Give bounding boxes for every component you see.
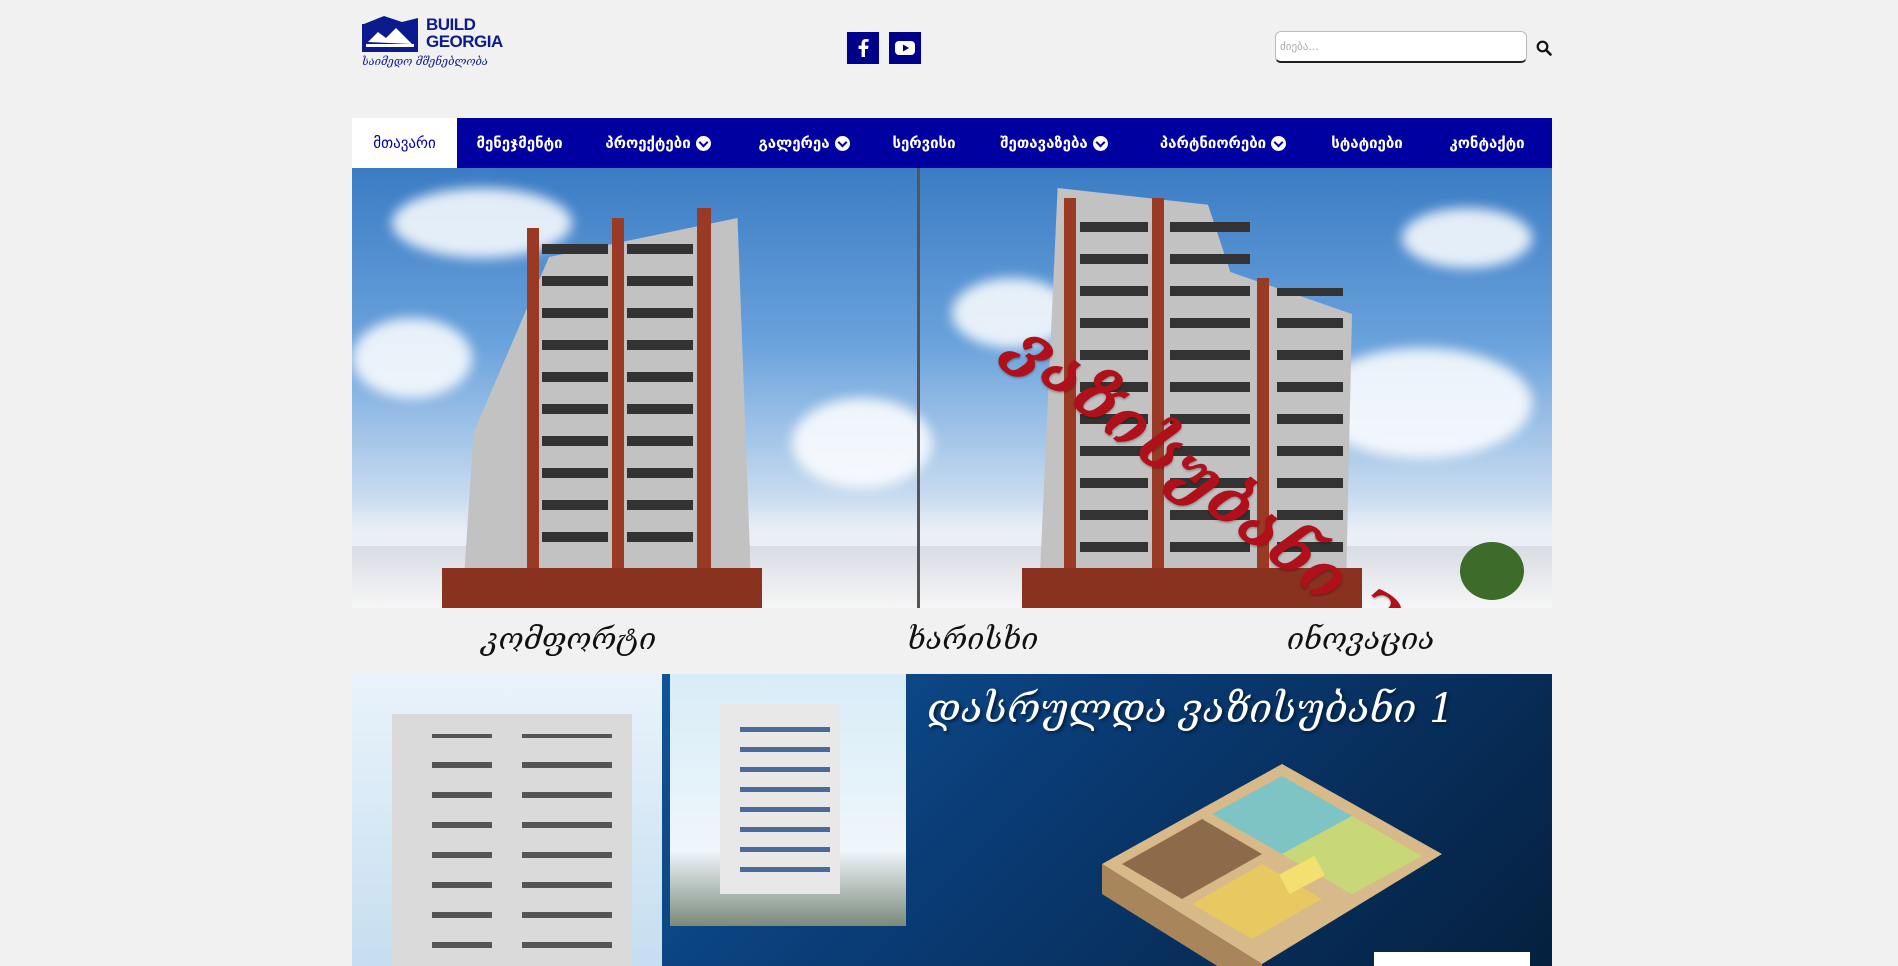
- apartment-plan-image: [1102, 764, 1442, 966]
- youtube-icon: [895, 41, 915, 55]
- chevron-down-icon: [1271, 135, 1287, 151]
- promo-building-photo: [670, 674, 906, 926]
- nav-item-articles[interactable]: სტატიები: [1312, 118, 1422, 168]
- promo-title: დასრულდა ვაზისუბანი 1: [927, 686, 1455, 732]
- cloud-shape: [1402, 208, 1532, 268]
- promo-banner[interactable]: დასრულდა ვაზისუბანი 1: [352, 674, 1552, 966]
- nav-item-label: მთავარი: [373, 134, 436, 152]
- nav-item-gallery[interactable]: გალერეა: [734, 118, 874, 168]
- nav-item-label: მენეჯმენტი: [476, 134, 563, 152]
- building-facade: [1152, 198, 1164, 578]
- hero-banner[interactable]: ვაზისუბანი 2: [352, 168, 1552, 608]
- building-windows: [740, 714, 830, 884]
- chevron-down-icon: [834, 135, 850, 151]
- promo-badge: [1374, 952, 1530, 966]
- logo-text: BUILD GEORGIA: [426, 15, 503, 51]
- feature-innovation: ინოვაცია: [1287, 622, 1435, 657]
- cloud-shape: [352, 318, 472, 398]
- nav-item-label: კონტაქტი: [1449, 134, 1525, 152]
- nav-item-label: სერვისი: [892, 134, 956, 152]
- hero-divider: [917, 168, 920, 608]
- chevron-down-icon: [1092, 135, 1108, 151]
- nav-item-contact[interactable]: კონტაქტი: [1422, 118, 1552, 168]
- nav-item-projects[interactable]: პროექტები: [582, 118, 734, 168]
- nav-item-label: პროექტები: [605, 134, 691, 152]
- building-facade: [527, 228, 539, 578]
- nav-item-label: გალერეა: [758, 134, 830, 152]
- nav-item-home[interactable]: მთავარი: [352, 118, 457, 168]
- logo-subtitle: საიმედო მშენებლობა: [362, 55, 488, 68]
- facebook-button[interactable]: [847, 32, 879, 64]
- main-nav: მთავარი მენეჯმენტი პროექტები გალერეა სერ…: [352, 118, 1552, 168]
- nav-item-offer[interactable]: შეთავაზება: [974, 118, 1134, 168]
- site-logo[interactable]: BUILD GEORGIA საიმედო მშენებლობა: [362, 16, 503, 72]
- nav-item-label: პარტნიორები: [1159, 134, 1267, 152]
- tree-shape: [1460, 542, 1524, 600]
- search-input[interactable]: [1275, 31, 1527, 63]
- building-windows: [522, 734, 612, 966]
- nav-item-label: შეთავაზება: [1000, 134, 1088, 152]
- building-base: [442, 568, 762, 608]
- nav-item-partners[interactable]: პარტნიორები: [1134, 118, 1312, 168]
- facebook-icon: [858, 39, 869, 57]
- building-facade: [697, 208, 711, 578]
- page: BUILD GEORGIA საიმედო მშენებლობა მთავარი…: [0, 0, 1898, 966]
- search-icon[interactable]: [1536, 40, 1552, 56]
- features-row: კომფორტი ხარისხი ინოვაცია: [352, 612, 1552, 672]
- building-windows: [627, 228, 693, 558]
- building-windows: [542, 238, 608, 558]
- nav-item-label: სტატიები: [1331, 134, 1403, 152]
- nav-item-service[interactable]: სერვისი: [874, 118, 974, 168]
- nav-item-management[interactable]: მენეჯმენტი: [457, 118, 582, 168]
- building-facade: [612, 218, 624, 578]
- chevron-down-icon: [695, 135, 711, 151]
- youtube-button[interactable]: [889, 32, 921, 64]
- logo-mark-icon: [362, 16, 418, 52]
- feature-quality: ხარისხი: [907, 622, 1039, 657]
- feature-comfort: კომფორტი: [482, 622, 657, 657]
- building-windows: [432, 734, 492, 966]
- cloud-shape: [792, 398, 932, 488]
- promo-building-photo: [352, 674, 662, 966]
